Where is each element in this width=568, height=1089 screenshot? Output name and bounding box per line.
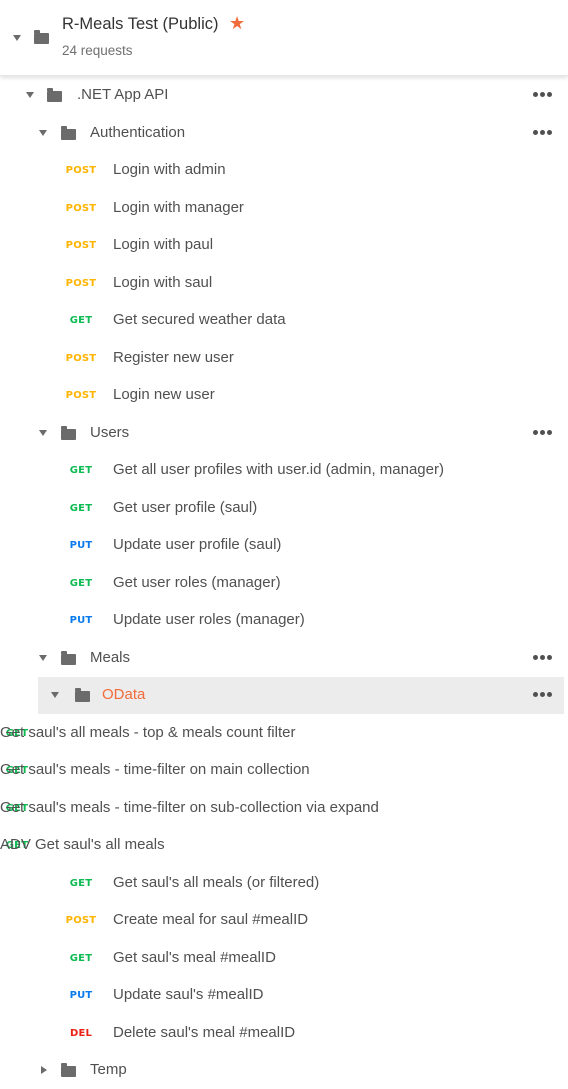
request-item[interactable]: GET Get saul's all meals (or filtered) (0, 865, 568, 902)
caret-down-icon[interactable] (39, 654, 47, 661)
request-label: Login new user (113, 386, 215, 403)
request-label: Get saul's meals - time-filter on sub-co… (0, 798, 379, 816)
folder-icon (61, 650, 76, 665)
method-badge-get: GET (69, 502, 93, 514)
method-badge-get: GET (69, 877, 93, 889)
request-item[interactable]: GET ADV Get saul's all meals (0, 827, 568, 864)
folder-icon (61, 425, 76, 440)
folder-icon (47, 88, 62, 102)
request-item[interactable]: GET Get saul's meal #mealID (0, 940, 568, 977)
request-label: Get saul's meals - time-filter on main c… (0, 761, 310, 778)
request-item[interactable]: GET Get all user profiles with user.id (a… (0, 452, 568, 489)
method-badge-get: GET (69, 577, 93, 589)
request-item[interactable]: GET Get saul's all meals - top & meals co… (0, 715, 568, 752)
request-label: Login with paul (113, 236, 214, 253)
caret-down-icon[interactable] (39, 429, 47, 436)
folder-authentication[interactable]: Authentication (0, 115, 568, 152)
method-badge-put: PUT (69, 990, 93, 1001)
request-count: 24 requests (62, 43, 133, 58)
request-label: Get saul's all meals - top & meals count… (0, 723, 296, 741)
folder-label: OData (102, 686, 146, 703)
request-item[interactable]: POST Login with admin (0, 152, 568, 189)
request-item[interactable]: DEL Delete saul's meal #mealID (0, 1015, 568, 1052)
request-item[interactable]: PUT Update user profile (saul) (0, 527, 568, 564)
method-badge-get: GET (69, 952, 93, 964)
more-options-icon[interactable] (533, 426, 553, 438)
request-label: Update user profile (saul) (113, 536, 282, 553)
request-item[interactable]: GET Get saul's meals - time-filter on mai… (0, 752, 568, 789)
folder-icon (75, 688, 90, 702)
folder-meals[interactable]: Meals (0, 640, 568, 677)
request-item[interactable]: GET Get saul's meals - time-filter on sub… (0, 790, 568, 827)
folder-label: Meals (90, 648, 131, 666)
collection-title[interactable]: R-Meals Test (Public) (62, 15, 218, 34)
caret-down-icon[interactable] (51, 692, 59, 698)
folder-icon (61, 125, 76, 140)
method-badge-get: GET (69, 315, 93, 326)
method-badge-post: POST (65, 915, 97, 926)
method-badge-post: POST (65, 277, 97, 289)
request-label: Get all user profiles with user.id (admi… (113, 461, 444, 478)
caret-right-icon[interactable] (41, 1066, 47, 1074)
method-badge-post: POST (65, 390, 97, 401)
method-badge-post: POST (65, 240, 97, 251)
request-label: Update user roles (manager) (113, 611, 305, 628)
method-badge-del: DEL (69, 1027, 93, 1039)
request-item[interactable]: PUT Update user roles (manager) (0, 602, 568, 639)
more-options-icon[interactable] (533, 651, 553, 663)
folder-temp[interactable]: Temp (0, 1052, 568, 1089)
more-options-icon[interactable] (533, 88, 553, 100)
request-label: Update saul's #mealID (113, 986, 264, 1003)
request-item[interactable]: PUT Update saul's #mealID (0, 977, 568, 1014)
method-badge-post: POST (65, 165, 97, 176)
request-item[interactable]: POST Login with saul (0, 265, 568, 302)
request-item[interactable]: GET Get user profile (saul) (0, 490, 568, 527)
request-label: Get saul's meal #mealID (113, 948, 276, 966)
collection-header[interactable]: R-Meals Test (Public) ★ 24 requests (0, 0, 568, 76)
request-item[interactable]: GET Get user roles (manager) (0, 565, 568, 602)
method-badge-put: PUT (69, 615, 93, 626)
folder-net-app-api[interactable]: .NET App API (0, 77, 568, 114)
caret-down-icon[interactable] (39, 129, 47, 136)
collection-folder-icon (34, 30, 49, 44)
request-label: Login with saul (113, 273, 213, 291)
method-badge-get: GET (69, 465, 93, 476)
request-label: Get secured weather data (113, 311, 286, 328)
request-label: Login with manager (113, 198, 244, 216)
folder-label: Users (90, 423, 130, 441)
collapse-caret-icon[interactable] (13, 35, 21, 41)
folder-label: Temp (90, 1061, 127, 1078)
method-badge-post: POST (65, 202, 97, 214)
star-icon[interactable]: ★ (229, 13, 245, 35)
request-label: Delete saul's meal #mealID (113, 1023, 296, 1041)
request-label: Register new user (113, 348, 234, 366)
folder-odata[interactable]: OData (38, 677, 564, 714)
folder-users[interactable]: Users (0, 415, 568, 452)
more-options-icon[interactable] (533, 126, 553, 138)
method-badge-post: POST (65, 352, 97, 364)
caret-down-icon[interactable] (26, 92, 34, 98)
more-options-icon[interactable] (533, 688, 553, 700)
request-item[interactable]: GET Get secured weather data (0, 302, 568, 339)
request-label: ADV Get saul's all meals (0, 836, 165, 853)
request-label: Get user roles (manager) (113, 573, 281, 591)
request-item[interactable]: POST Login with paul (0, 227, 568, 264)
request-label: Login with admin (113, 161, 226, 178)
folder-label: Authentication (90, 123, 186, 141)
method-badge-put: PUT (69, 540, 93, 551)
request-item[interactable]: POST Login new user (0, 377, 568, 414)
request-label: Get saul's all meals (or filtered) (113, 873, 320, 891)
request-label: Get user profile (saul) (113, 498, 258, 516)
request-item[interactable]: POST Create meal for saul #mealID (0, 902, 568, 939)
request-label: Create meal for saul #mealID (113, 911, 309, 928)
request-item[interactable]: POST Login with manager (0, 190, 568, 227)
folder-label: .NET App API (77, 86, 169, 103)
request-item[interactable]: POST Register new user (0, 340, 568, 377)
folder-icon (61, 1063, 76, 1077)
